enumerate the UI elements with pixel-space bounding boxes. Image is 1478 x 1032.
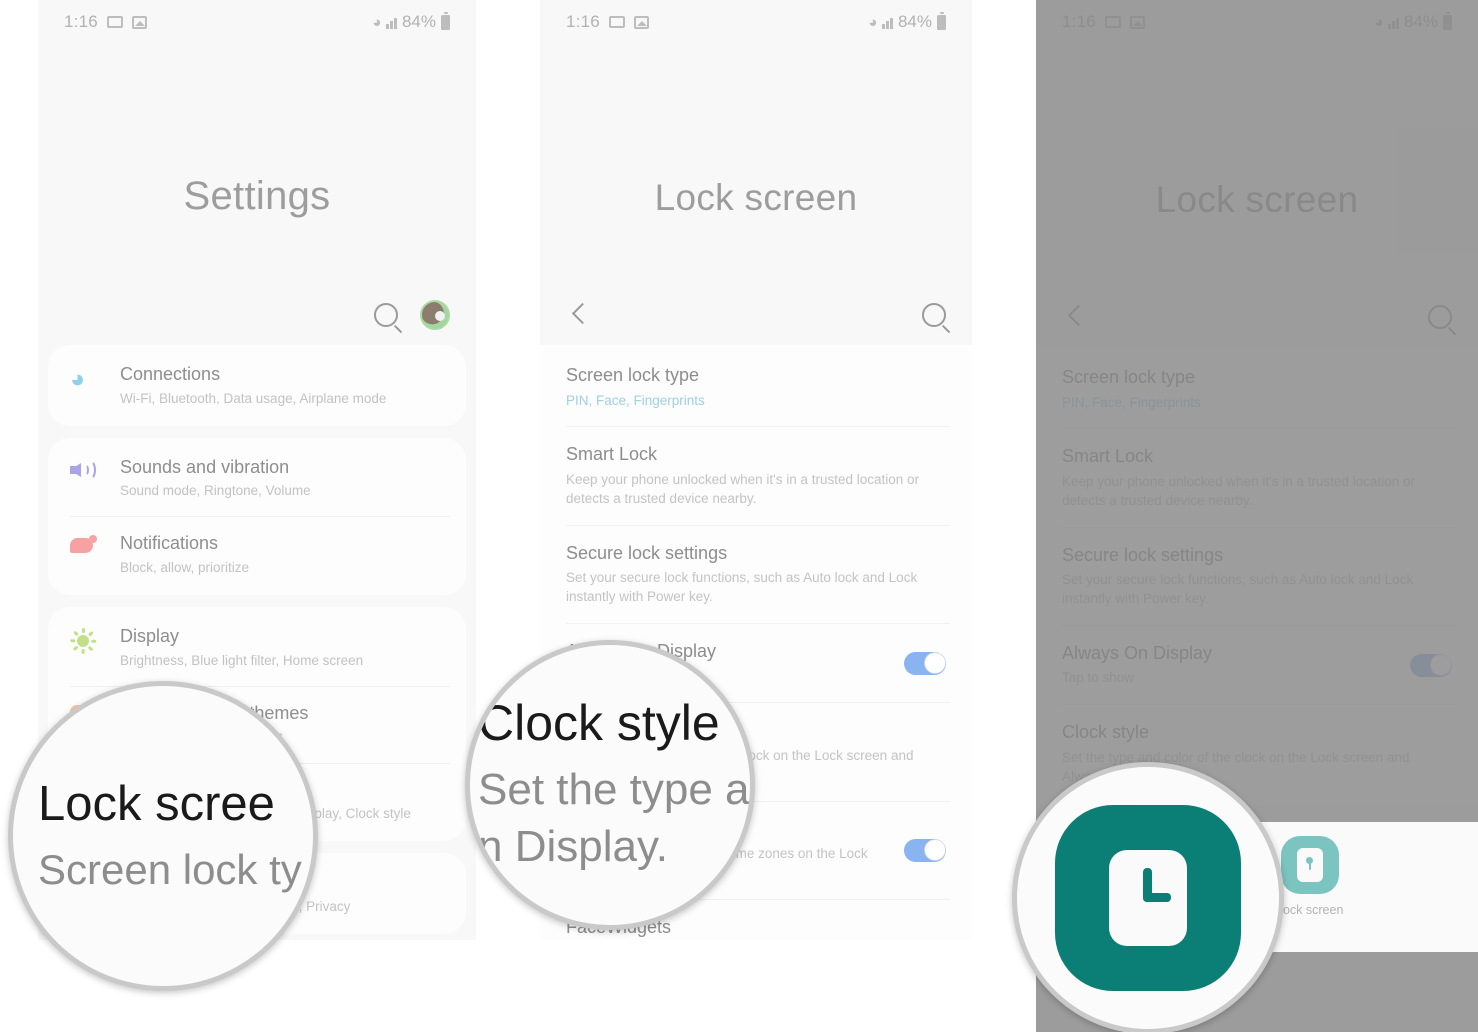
row-title: Screen lock type (1062, 367, 1196, 387)
wifi-icon: ◕ (70, 365, 86, 393)
settings-group-2: Sounds and vibration Sound mode, Rington… (48, 437, 466, 596)
settings-action-row (38, 285, 476, 345)
row-subtitle: Keep your phone unlocked when it's in a … (566, 471, 920, 506)
magnifier-subtitle: Screen lock ty (38, 845, 302, 893)
roaming-clock-toggle[interactable] (904, 838, 946, 862)
row-title: Sounds and vibration (120, 456, 290, 477)
settings-row-notifications[interactable]: Notifications Block, allow, prioritize (48, 516, 466, 593)
wifi-icon: ◕ (868, 13, 878, 31)
row-subtitle: Set your secure lock functions, such as … (1062, 572, 1414, 607)
battery-icon (441, 11, 450, 30)
status-time: 1:16 (566, 12, 600, 31)
back-chevron-icon[interactable] (566, 302, 592, 328)
settings-row-connections[interactable]: ◕ Connections Wi-Fi, Bluetooth, Data usa… (48, 347, 466, 424)
sheet-item-label: Lock screen (1276, 903, 1344, 917)
display-icon (70, 625, 100, 655)
row-title: Clock style (1062, 722, 1150, 743)
avatar[interactable] (420, 300, 450, 330)
row-title: Smart Lock (566, 444, 658, 465)
battery-percent: 84% (897, 12, 932, 31)
status-bar: 1:16 ◕ 84% (1036, 0, 1478, 44)
battery-icon (1443, 11, 1452, 30)
clock-style-icon (1055, 805, 1241, 991)
screenshot-canvas: 1:16 ◕ 84% Settings ◕ Connections Wi-Fi,… (0, 0, 1478, 1032)
list-item[interactable]: Secure lock settings Set your secure loc… (1036, 526, 1478, 625)
row-subtitle: Tap to show (1062, 670, 1135, 686)
signal-icon (386, 16, 397, 29)
status-time: 1:16 (64, 12, 98, 31)
row-subtitle: PIN, Face, Fingerprints (1062, 394, 1201, 410)
screen-icon (106, 16, 123, 28)
always-on-display-toggle[interactable] (1410, 653, 1452, 677)
settings-group-1: ◕ Connections Wi-Fi, Bluetooth, Data usa… (48, 345, 466, 426)
list-item[interactable]: Secure lock settings Set your secure loc… (540, 524, 972, 623)
battery-icon (937, 11, 946, 30)
row-title: Notifications (120, 533, 219, 554)
lock-screen-action-row (540, 285, 972, 345)
row-title: Always On Display (1062, 642, 1213, 663)
picture-icon (633, 15, 649, 29)
search-icon[interactable] (1428, 305, 1452, 329)
row-title: Display (120, 626, 180, 647)
signal-icon (1388, 16, 1399, 29)
signal-icon (882, 16, 893, 29)
row-title: Secure lock settings (1062, 544, 1224, 565)
notification-icon (70, 532, 100, 555)
row-subtitle: Wi-Fi, Bluetooth, Data usage, Airplane m… (120, 390, 387, 406)
page-title: Settings (183, 174, 331, 218)
page-title: Lock screen (1155, 179, 1359, 220)
list-item[interactable]: Screen lock type PIN, Face, Fingerprints (1036, 349, 1478, 428)
row-subtitle: PIN, Face, Fingerprints (566, 392, 705, 408)
wifi-icon: ◕ (1374, 13, 1384, 31)
list-item[interactable]: Screen lock type PIN, Face, Fingerprints (540, 347, 972, 426)
status-bar: 1:16 ◕ 84% (540, 0, 972, 44)
magnifier-subtitle-line2: n Display. (478, 821, 668, 871)
lock-screen-list: Screen lock type PIN, Face, Fingerprints… (1036, 347, 1478, 805)
magnifier-title: Lock scree (38, 776, 275, 831)
picture-icon (1129, 15, 1145, 29)
battery-percent: 84% (1403, 12, 1438, 31)
search-icon[interactable] (922, 303, 946, 327)
settings-row-display[interactable]: Display Brightness, Blue light filter, H… (48, 609, 466, 686)
settings-row-sounds[interactable]: Sounds and vibration Sound mode, Rington… (48, 440, 466, 517)
wifi-icon: ◕ (372, 13, 382, 31)
sheet-item-lock-screen[interactable]: Lock screen (1276, 836, 1343, 917)
lock-screen-action-row (1036, 287, 1478, 347)
picture-icon (131, 15, 147, 29)
row-title: Smart Lock (1062, 446, 1154, 467)
list-item[interactable]: Smart Lock Keep your phone unlocked when… (540, 426, 972, 524)
list-item[interactable]: Always On Display Tap to show (1036, 624, 1478, 704)
lock-screen-icon (1280, 836, 1339, 894)
battery-percent: 84% (401, 12, 436, 31)
row-subtitle: Block, allow, prioritize (120, 559, 250, 575)
status-time: 1:16 (1062, 12, 1096, 31)
magnifier-title: Clock style (478, 694, 720, 751)
row-title: Secure lock settings (566, 542, 728, 563)
sound-icon (70, 456, 100, 481)
row-title: Screen lock type (566, 365, 700, 385)
row-subtitle: Set your secure lock functions, such as … (566, 570, 918, 605)
row-subtitle: Sound mode, Ringtone, Volume (120, 483, 311, 499)
magnifier-lock-screen-row: Lock scree Screen lock ty (8, 681, 318, 991)
magnifier-clock-style-row: Clock style Set the type and n Display. (465, 640, 755, 930)
always-on-display-toggle[interactable] (904, 651, 946, 675)
list-item[interactable]: Smart Lock Keep your phone unlocked when… (1036, 428, 1478, 526)
row-subtitle: Keep your phone unlocked when it's in a … (1062, 473, 1416, 508)
screen-icon (608, 16, 625, 28)
magnifier-clock-style-icon (1012, 762, 1284, 1032)
row-subtitle: Brightness, Blue light filter, Home scre… (120, 652, 364, 668)
row-title: Connections (120, 364, 221, 384)
back-chevron-icon[interactable] (1062, 304, 1088, 330)
magnifier-subtitle-line1: Set the type and (478, 765, 750, 815)
status-bar: 1:16 ◕ 84% (38, 0, 476, 44)
screen-icon (1104, 16, 1121, 28)
page-title: Lock screen (654, 177, 858, 218)
search-icon[interactable] (374, 303, 398, 327)
